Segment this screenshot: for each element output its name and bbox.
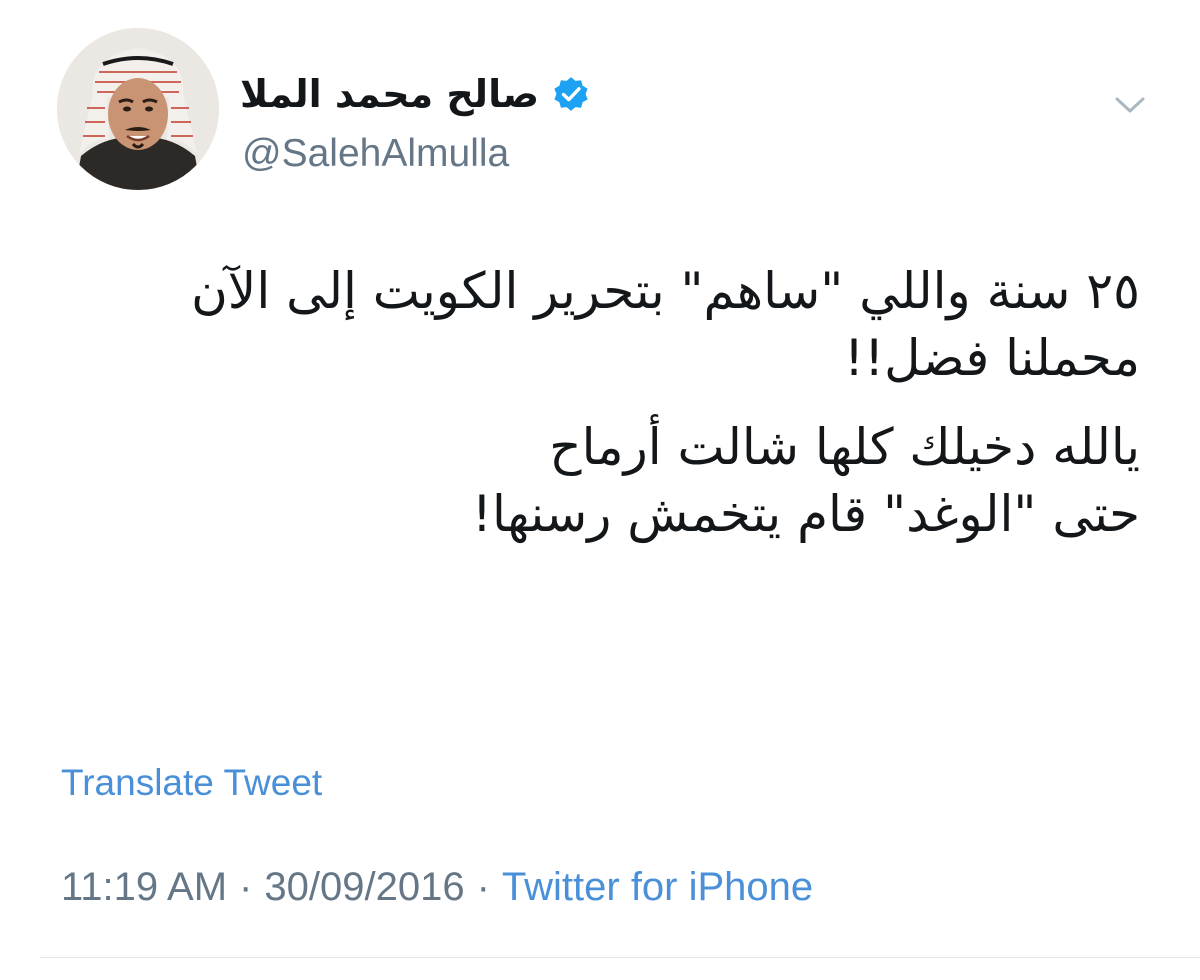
tweet-time[interactable]: 11:19 AM bbox=[61, 865, 227, 909]
name-row: صالح محمد الملا bbox=[240, 68, 591, 120]
tweet-header: صالح محمد الملا @SalehAlmulla bbox=[0, 28, 1200, 198]
translate-tweet-link[interactable]: Translate Tweet bbox=[61, 764, 322, 801]
profile-photo bbox=[57, 28, 219, 190]
divider bbox=[40, 957, 1200, 958]
tweet-meta: 11:19 AM · 30/09/2016 · Twitter for iPhone bbox=[61, 867, 813, 907]
tweet-date[interactable]: 30/09/2016 bbox=[264, 865, 464, 909]
tweet-paragraph: يالله دخيلك كلها شالت أرماح حتى "الوغد" … bbox=[40, 414, 1140, 548]
user-handle[interactable]: @SalehAlmulla bbox=[242, 134, 509, 173]
tweet-line: محملنا فضل!! bbox=[844, 329, 1140, 387]
meta-separator: · bbox=[239, 865, 253, 909]
tweet-source-link[interactable]: Twitter for iPhone bbox=[502, 865, 813, 909]
display-name[interactable]: صالح محمد الملا bbox=[240, 75, 539, 113]
tweet-text: ٢٥ سنة واللي "ساهم" بتحرير الكويت إلى ال… bbox=[40, 258, 1140, 548]
meta-separator: · bbox=[476, 865, 490, 909]
avatar[interactable] bbox=[57, 28, 219, 190]
verified-badge-icon bbox=[551, 74, 591, 114]
tweet-line: يالله دخيلك كلها شالت أرماح bbox=[549, 418, 1140, 476]
tweet-card: صالح محمد الملا @SalehAlmulla ٢٥ سنة وال… bbox=[0, 0, 1200, 980]
chevron-down-icon[interactable] bbox=[1110, 90, 1150, 120]
tweet-line: حتى "الوغد" قام يتخمش رسنها! bbox=[471, 485, 1140, 543]
tweet-line: ٢٥ سنة واللي "ساهم" بتحرير الكويت إلى ال… bbox=[191, 262, 1140, 320]
tweet-paragraph: ٢٥ سنة واللي "ساهم" بتحرير الكويت إلى ال… bbox=[40, 258, 1140, 392]
